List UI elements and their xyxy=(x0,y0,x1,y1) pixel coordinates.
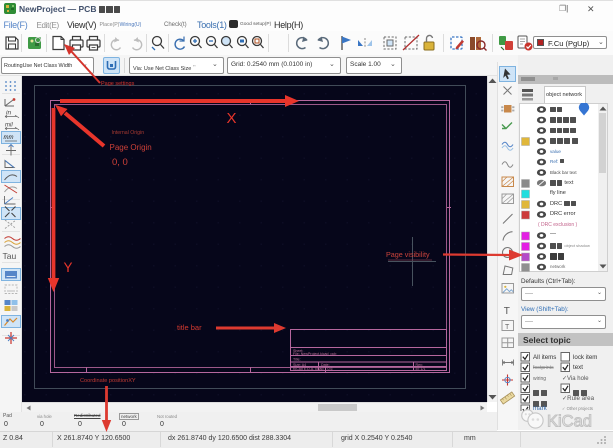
svg-text:Title:: Title: xyxy=(293,358,301,362)
svg-text:KiCad E.D.A. kicad 7.0.6: KiCad E.D.A. kicad 7.0.6 xyxy=(293,367,333,371)
svg-text:mm: mm xyxy=(4,135,14,141)
svg-text:T: T xyxy=(505,324,510,331)
svg-text:File: NewProject.kicad_pcb: File: NewProject.kicad_pcb xyxy=(293,352,336,356)
svg-text:T: T xyxy=(504,306,510,317)
svg-text:Id: 1/1: Id: 1/1 xyxy=(416,367,426,371)
svg-text:Tau: Tau xyxy=(3,251,17,261)
svg-text:KiCad: KiCad xyxy=(547,413,592,431)
